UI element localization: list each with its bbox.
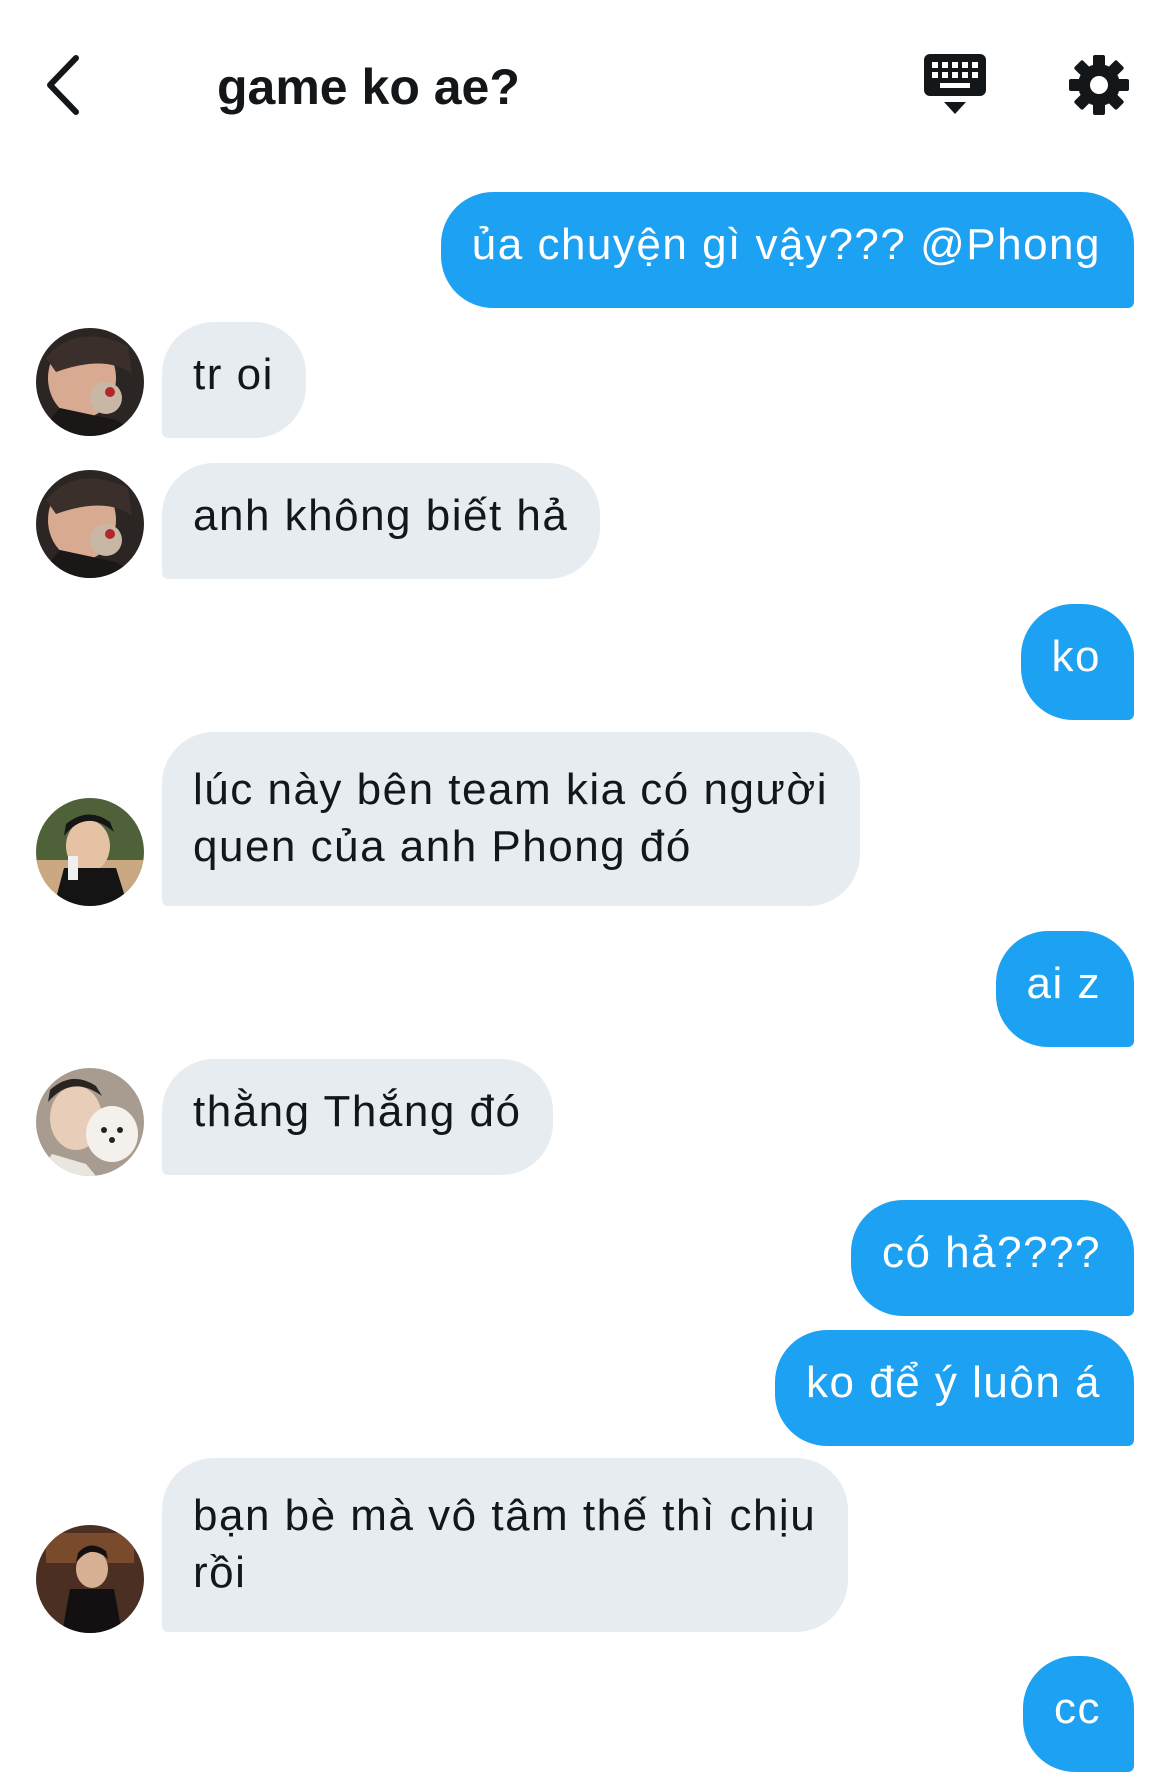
incoming-message[interactable]: thằng Thắng đó: [162, 1059, 554, 1175]
avatar-photo: [36, 470, 144, 578]
incoming-message[interactable]: anh không biết hả: [162, 463, 601, 579]
avatar[interactable]: [36, 470, 144, 578]
incoming-message[interactable]: bạn bè mà vô tâm thế thì chịu rồi: [162, 1458, 849, 1632]
gear-icon: [1069, 55, 1129, 115]
conversation-title: game ko ae?: [217, 59, 520, 115]
chevron-left-icon: [47, 55, 79, 115]
message-line: rồi: [193, 1548, 247, 1597]
message-text: ủa chuyện gì vậy??? @Phong: [471, 220, 1101, 269]
outgoing-message[interactable]: ai z: [995, 931, 1134, 1047]
message-text: tr oi: [193, 350, 274, 399]
message-line: quen của anh Phong đó: [193, 822, 692, 871]
keyboard-button[interactable]: [922, 52, 988, 118]
outgoing-message[interactable]: ủa chuyện gì vậy??? @Phong: [440, 192, 1134, 308]
avatar[interactable]: [36, 1068, 144, 1176]
outgoing-message[interactable]: cc: [1023, 1656, 1134, 1772]
avatar-photo: [36, 798, 144, 906]
incoming-message[interactable]: lúc này bên team kia có người quen của a…: [162, 732, 861, 906]
message-line: lúc này bên team kia có người: [193, 765, 829, 814]
message-text: thằng Thắng đó: [193, 1087, 522, 1136]
keyboard-icon: [924, 54, 986, 114]
message-line: bạn bè mà vô tâm thế thì chịu: [193, 1491, 817, 1540]
message-text: ko: [1051, 632, 1101, 681]
incoming-message[interactable]: tr oi: [162, 322, 306, 438]
message-text: ko để ý luôn á: [806, 1358, 1101, 1407]
outgoing-message[interactable]: ko: [1020, 604, 1134, 720]
message-text: anh không biết hả: [193, 491, 569, 540]
avatar[interactable]: [36, 328, 144, 436]
outgoing-message[interactable]: ko để ý luôn á: [775, 1330, 1134, 1446]
avatar-photo: [36, 328, 144, 436]
avatar-photo: [36, 1068, 144, 1176]
avatar-photo: [36, 1525, 144, 1633]
avatar[interactable]: [36, 798, 144, 906]
avatar[interactable]: [36, 1525, 144, 1633]
message-text: ai z: [1026, 959, 1101, 1008]
message-text: có hả????: [881, 1228, 1101, 1277]
back-button[interactable]: [40, 50, 90, 120]
conversation-header: game ko ae?: [0, 0, 1170, 160]
message-text: cc: [1054, 1684, 1101, 1733]
outgoing-message[interactable]: có hả????: [850, 1200, 1134, 1316]
settings-button[interactable]: [1068, 54, 1130, 116]
